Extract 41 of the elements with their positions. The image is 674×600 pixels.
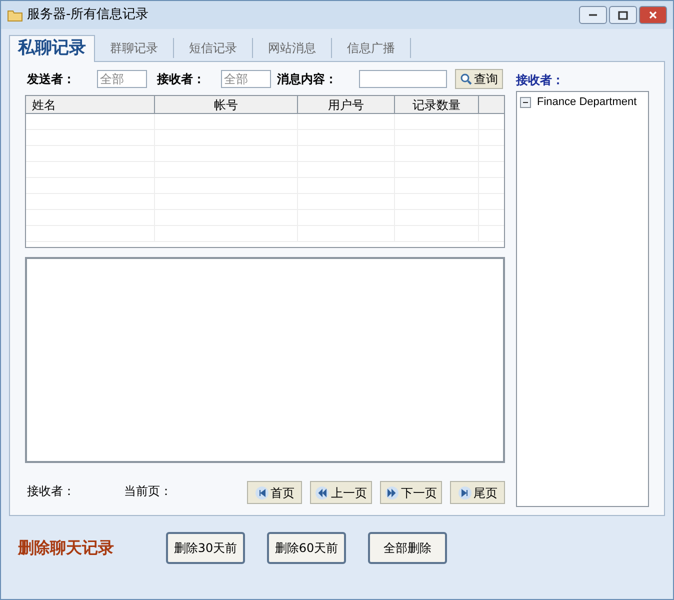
tab[interactable]: 私聊记录 (9, 35, 95, 62)
maximize-icon (618, 10, 628, 20)
column-header[interactable]: 姓名 (26, 96, 155, 113)
maximize-button[interactable] (609, 6, 637, 24)
delete-section-title: 删除聊天记录 (18, 537, 115, 559)
page-label: 当前页： (124, 482, 174, 500)
tab[interactable]: 信息广播 (332, 38, 411, 58)
minimize-icon (588, 13, 598, 17)
tab[interactable]: 网站消息 (253, 38, 332, 58)
content-field[interactable] (359, 70, 447, 88)
next-page-icon (385, 486, 399, 500)
tab[interactable]: 群聊记录 (95, 38, 174, 58)
delete-button[interactable]: 全部删除 (368, 532, 447, 564)
collapse-icon[interactable] (520, 96, 531, 108)
pager-button[interactable]: 首页 (247, 481, 302, 504)
column-header[interactable]: 记录数量 (395, 96, 479, 113)
column-header[interactable]: 帐号 (155, 96, 298, 113)
tree-item[interactable]: Finance Department (537, 94, 637, 110)
tab[interactable]: 短信记录 (174, 38, 253, 58)
folder-icon (7, 8, 23, 22)
pager-button[interactable]: 下一页 (380, 481, 442, 504)
close-button[interactable] (639, 6, 667, 24)
sender-field[interactable]: 全部 (97, 70, 147, 88)
pager-button[interactable]: 尾页 (450, 481, 505, 504)
field-label: 发送者： (26, 71, 76, 88)
close-icon (649, 11, 657, 19)
receiver-field[interactable]: 全部 (221, 70, 271, 88)
first-page-icon (254, 486, 268, 500)
tree-title: 接收者： (516, 72, 564, 89)
search-button[interactable]: 查询 (455, 69, 503, 89)
pager-button[interactable]: 上一页 (310, 481, 372, 504)
field-label: 接收者： (157, 71, 206, 88)
delete-button[interactable]: 删除30天前 (166, 532, 245, 564)
window-title: 服务器-所有信息记录 (27, 6, 149, 24)
delete-button[interactable]: 删除60天前 (267, 532, 346, 564)
last-page-icon (458, 486, 472, 500)
field-label: 消息内容： (277, 71, 338, 88)
prev-page-icon (315, 486, 329, 500)
receiver-label: 接收者： (26, 482, 76, 500)
search-icon (460, 73, 472, 85)
column-header[interactable]: 用户号 (298, 96, 395, 113)
